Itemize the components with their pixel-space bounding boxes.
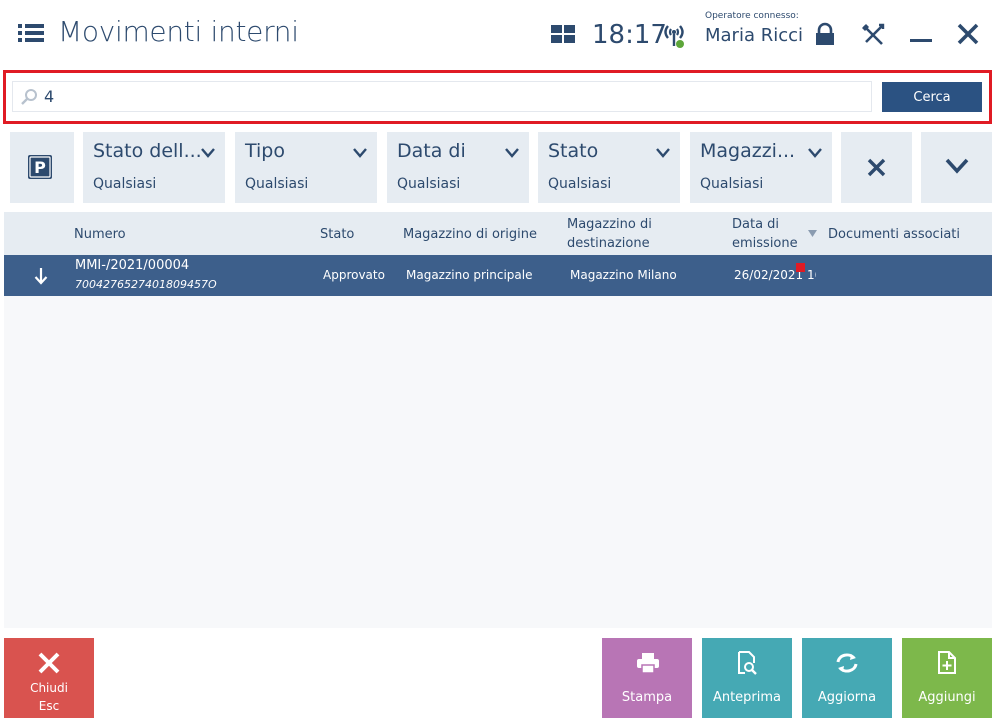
- row-barcode: 7004276527401809457O: [75, 278, 217, 291]
- operator-label: Operatore connesso:: [705, 11, 799, 21]
- filter-label: Tipo: [245, 140, 285, 162]
- close-button-label: Chiudi: [30, 681, 68, 695]
- column-header-origine[interactable]: Magazzino di origine: [403, 225, 537, 244]
- column-header-line: Magazzino di: [567, 217, 652, 232]
- refresh-button-label: Aggiorna: [817, 690, 877, 705]
- print-button-label: Stampa: [621, 690, 673, 705]
- filter-label: Data di: [397, 140, 466, 162]
- column-header-destinazione[interactable]: Magazzino di destinazione: [567, 215, 652, 253]
- row-flag-marker: [796, 263, 805, 272]
- print-button[interactable]: Stampa: [602, 638, 692, 718]
- menu-icon[interactable]: [18, 22, 44, 44]
- connection-signal-icon: [664, 25, 684, 48]
- row-origine: Magazzino principale: [406, 268, 533, 282]
- filter-document-status[interactable]: Stato dell... Qualsiasi: [83, 132, 225, 203]
- row-numero: MMI-/2021/00004: [75, 258, 190, 273]
- filter-label: Stato dell...: [93, 140, 202, 162]
- sort-descending-icon[interactable]: [808, 230, 817, 237]
- filter-warehouse[interactable]: Magazzi... Qualsiasi: [690, 132, 832, 203]
- filter-date[interactable]: Data di Qualsiasi: [387, 132, 529, 203]
- svg-text:P: P: [34, 158, 46, 177]
- filter-value: Qualsiasi: [245, 176, 309, 192]
- windows-grid-icon[interactable]: [551, 25, 575, 43]
- printer-icon: [637, 653, 659, 674]
- chevron-down-icon: [505, 148, 519, 158]
- table-header: Numero Stato Magazzino di origine Magazz…: [4, 212, 992, 255]
- chevron-down-icon: [656, 148, 670, 158]
- add-button[interactable]: Aggiungi: [902, 638, 992, 718]
- expand-filters-button[interactable]: [921, 132, 992, 203]
- close-x-icon: [38, 652, 60, 674]
- search-button[interactable]: Cerca: [882, 82, 982, 112]
- clear-icon: [867, 158, 886, 177]
- document-preview-icon: [738, 651, 757, 675]
- filter-label: Magazzi...: [700, 140, 796, 162]
- column-header-data[interactable]: Data di emissione: [732, 215, 798, 253]
- filter-type[interactable]: Tipo Qualsiasi: [235, 132, 377, 203]
- column-header-numero[interactable]: Numero: [74, 225, 126, 244]
- search-input[interactable]: [44, 84, 864, 108]
- filter-status[interactable]: Stato Qualsiasi: [538, 132, 680, 203]
- chevron-down-icon: [808, 148, 822, 158]
- add-document-icon: [938, 651, 956, 674]
- add-button-label: Aggiungi: [918, 690, 976, 705]
- page-title: Movimenti interni: [58, 15, 299, 48]
- chevron-down-icon: [353, 148, 367, 158]
- row-destinazione: Magazzino Milano: [570, 268, 677, 282]
- app-header: Movimenti interni 18:17 Operatore connes…: [0, 0, 1002, 68]
- clock: 18:17: [592, 20, 667, 50]
- refresh-icon: [836, 653, 858, 673]
- table-row[interactable]: MMI-/2021/00004 7004276527401809457O App…: [4, 255, 992, 296]
- column-header-line: Data di: [732, 217, 780, 232]
- minimize-icon[interactable]: [910, 22, 932, 44]
- filter-label: Stato: [548, 140, 599, 162]
- close-button[interactable]: Chiudi Esc: [4, 638, 94, 718]
- filter-value: Qualsiasi: [397, 176, 461, 192]
- close-button-shortcut: Esc: [38, 699, 60, 713]
- column-header-line: emissione: [732, 236, 798, 251]
- column-header-line: destinazione: [567, 236, 650, 251]
- arrow-down-icon[interactable]: [34, 267, 48, 285]
- tools-icon[interactable]: [860, 22, 886, 48]
- filter-value: Qualsiasi: [93, 176, 157, 192]
- preview-button-label: Anteprima: [712, 690, 782, 705]
- column-header-stato[interactable]: Stato: [320, 225, 354, 244]
- chevron-down-icon: [201, 148, 215, 158]
- refresh-button[interactable]: Aggiorna: [802, 638, 892, 718]
- filter-value: Qualsiasi: [700, 176, 764, 192]
- operator-name[interactable]: Maria Ricci: [705, 25, 803, 46]
- chevron-down-icon: [945, 158, 969, 174]
- lock-icon[interactable]: [813, 22, 837, 46]
- row-stato: Approvato: [323, 268, 385, 282]
- close-icon[interactable]: [956, 22, 980, 46]
- column-header-documenti[interactable]: Documenti associati: [828, 225, 960, 244]
- filter-value: Qualsiasi: [548, 176, 612, 192]
- clear-filters-button[interactable]: [841, 132, 912, 203]
- search-icon: [21, 89, 37, 105]
- parking-icon: P: [28, 155, 52, 179]
- preview-button[interactable]: Anteprima: [702, 638, 792, 718]
